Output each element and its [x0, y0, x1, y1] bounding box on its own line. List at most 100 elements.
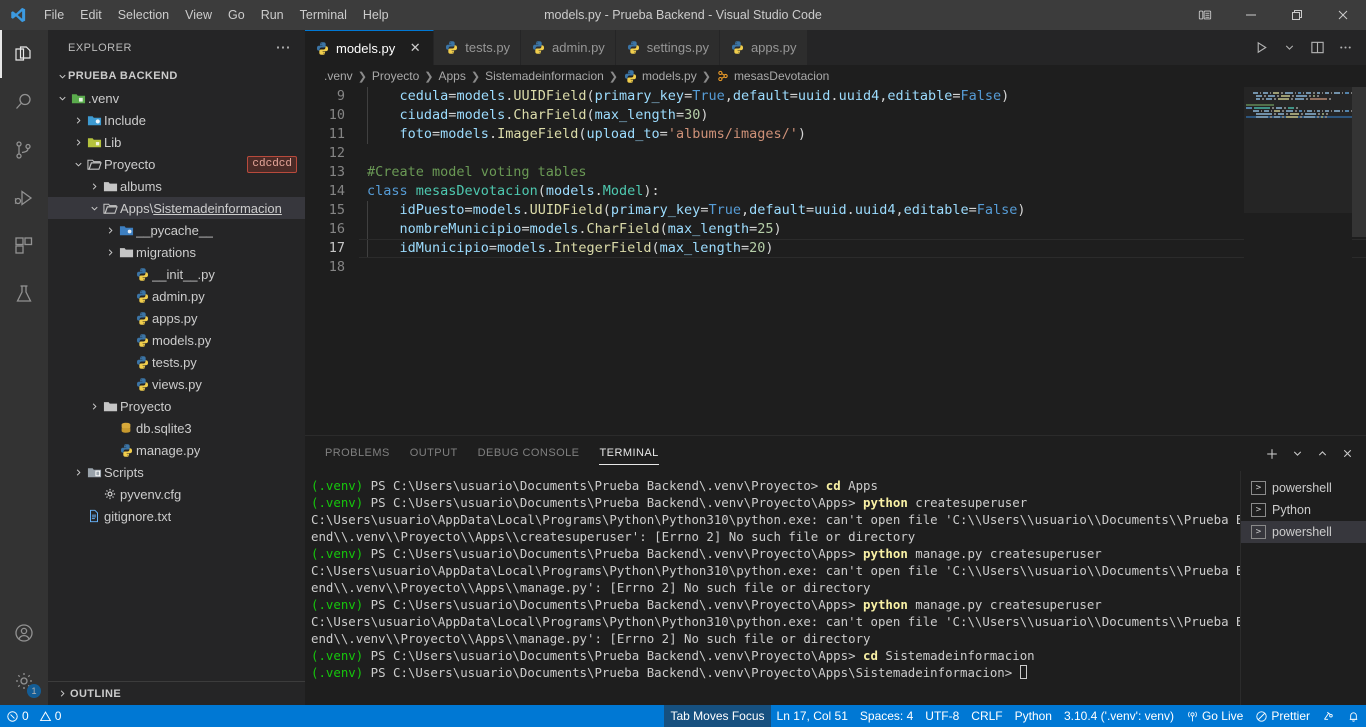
status-notifications[interactable] — [1341, 705, 1366, 727]
ellipsis-icon[interactable]: ⋯ — [270, 40, 298, 55]
status-editor-encoding[interactable]: UTF-8 — [919, 705, 965, 727]
code-line[interactable] — [359, 144, 1366, 163]
activity-manage[interactable]: 1 — [0, 657, 48, 705]
tree-item-lib[interactable]: Lib — [48, 131, 305, 153]
code-line[interactable]: class mesasDevotacion(models.Model): — [359, 182, 1366, 201]
menu-bar[interactable]: File Edit Selection View Go Run Terminal… — [36, 0, 397, 30]
breadcrumb-item-Proyecto[interactable]: Proyecto — [372, 69, 419, 83]
tree-item--init-py[interactable]: __init__.py — [48, 263, 305, 285]
minimap[interactable] — [1244, 87, 1352, 435]
chevron-right-icon[interactable] — [88, 181, 100, 192]
breadcrumb[interactable]: .venv ❯ Proyecto ❯ Apps ❯ Sistemadeinformacion… — [305, 65, 1366, 87]
chevron-right-icon[interactable] — [104, 247, 116, 258]
code-line[interactable]: idPuesto=models.UUIDField(primary_key=Tr… — [359, 201, 1366, 220]
close-icon[interactable] — [1320, 0, 1366, 30]
close-icon[interactable]: ✕ — [407, 40, 423, 56]
breadcrumb-item-mesasDevotacion[interactable]: mesasDevotacion — [716, 69, 829, 83]
code-line[interactable]: cedula=models.UUIDField(primary_key=True… — [359, 87, 1366, 106]
menu-view[interactable]: View — [177, 0, 220, 30]
tree-item-gitignore-txt[interactable]: gitignore.txt — [48, 505, 305, 527]
chevron-right-icon[interactable] — [88, 401, 100, 412]
terminal-instance-list[interactable]: > powershell > Python > powershell — [1240, 471, 1366, 705]
panel-tab-output[interactable]: OUTPUT — [410, 436, 458, 471]
activity-source-control[interactable] — [0, 126, 48, 174]
menu-run[interactable]: Run — [253, 0, 292, 30]
chevron-down-icon[interactable] — [88, 203, 100, 214]
chevron-down-icon[interactable] — [56, 93, 68, 104]
status-problems[interactable]: 0 0 — [0, 705, 67, 727]
code-line[interactable] — [359, 258, 1366, 277]
editor-tab-apps-py[interactable]: apps.py — [719, 30, 808, 65]
panel-tab-debug-console[interactable]: DEBUG CONSOLE — [478, 436, 580, 471]
ellipsis-icon[interactable] — [1332, 33, 1358, 63]
terminal-list-item-2[interactable]: > powershell — [1241, 521, 1366, 543]
breadcrumb-item-Sistemadeinformacion[interactable]: Sistemadeinformacion — [485, 69, 604, 83]
chevron-right-icon[interactable] — [72, 115, 84, 126]
menu-file[interactable]: File — [36, 0, 72, 30]
activity-explorer[interactable] — [0, 30, 48, 78]
activity-search[interactable] — [0, 78, 48, 126]
editor-scrollbar[interactable] — [1352, 87, 1366, 435]
editor-tab-settings-py[interactable]: settings.py — [615, 30, 720, 65]
code-editor[interactable]: 9 10 11 12 13 14 15 16 17 18 cedula=models.UUIDFi… — [305, 87, 1366, 435]
chevron-down-icon[interactable] — [72, 159, 84, 170]
play-icon[interactable] — [1248, 33, 1274, 63]
status-python-interpreter[interactable]: 3.10.4 ('.venv': venv) — [1058, 705, 1180, 727]
activity-accounts[interactable] — [0, 609, 48, 657]
status-remote-host[interactable] — [1316, 705, 1341, 727]
tree-item-manage-py[interactable]: manage.py — [48, 439, 305, 461]
outline-section[interactable]: OUTLINE — [48, 681, 305, 705]
tree-item-db-sqlite3[interactable]: db.sqlite3 — [48, 417, 305, 439]
tree-item-scripts[interactable]: Scripts — [48, 461, 305, 483]
code-line[interactable]: #Create model voting tables — [359, 163, 1366, 182]
terminal-output[interactable]: (.venv) PS C:\Users\usuario\Documents\Pr… — [305, 471, 1240, 705]
tree-item-include[interactable]: Include — [48, 109, 305, 131]
chevron-right-icon[interactable] — [72, 137, 84, 148]
breadcrumb-item--venv[interactable]: .venv — [324, 69, 353, 83]
editor-tabs[interactable]: models.py ✕ tests.py admin.py settings.py app… — [305, 30, 808, 65]
menu-edit[interactable]: Edit — [72, 0, 110, 30]
tree-item-apps-sistemadeinformacion[interactable]: Apps\Sistemadeinformacion — [48, 197, 305, 219]
status-tab-moves-focus[interactable]: Tab Moves Focus — [664, 705, 771, 727]
editor-tab-tests-py[interactable]: tests.py — [434, 30, 522, 65]
status-editor-eol[interactable]: CRLF — [965, 705, 1008, 727]
breadcrumb-item-models-py[interactable]: models.py — [623, 69, 697, 84]
menu-help[interactable]: Help — [355, 0, 397, 30]
terminal-list-item-0[interactable]: > powershell — [1241, 477, 1366, 499]
tree-item-migrations[interactable]: migrations — [48, 241, 305, 263]
tree-item-admin-py[interactable]: admin.py — [48, 285, 305, 307]
code-line[interactable]: nombreMunicipio=models.CharField(max_len… — [359, 220, 1366, 239]
scrollbar-thumb[interactable] — [1352, 87, 1366, 237]
tree-root-prueba-backend[interactable]: PRUEBA BACKEND — [48, 65, 305, 87]
split-editor-icon[interactable] — [1304, 33, 1330, 63]
chevron-down-icon[interactable] — [1286, 443, 1308, 465]
status-prettier[interactable]: Prettier — [1249, 705, 1316, 727]
status-editor-position[interactable]: Ln 17, Col 51 — [771, 705, 854, 727]
status-editor-language[interactable]: Python — [1009, 705, 1058, 727]
code-line[interactable]: ciudad=models.CharField(max_length=30) — [359, 106, 1366, 125]
code-content[interactable]: cedula=models.UUIDField(primary_key=True… — [359, 87, 1366, 435]
status-editor-indentation[interactable]: Spaces: 4 — [854, 705, 919, 727]
terminal-list-item-1[interactable]: > Python — [1241, 499, 1366, 521]
menu-terminal[interactable]: Terminal — [292, 0, 355, 30]
activity-testing[interactable] — [0, 270, 48, 318]
chevron-down-icon[interactable] — [1276, 33, 1302, 63]
menu-selection[interactable]: Selection — [110, 0, 177, 30]
chevron-up-icon[interactable] — [1311, 443, 1333, 465]
code-line[interactable]: idMunicipio=models.IntegerField(max_leng… — [359, 239, 1366, 258]
tree-item-views-py[interactable]: views.py — [48, 373, 305, 395]
explorer-tree[interactable]: PRUEBA BACKEND .venv Include Lib Proyecto al… — [48, 65, 305, 681]
tree-item--pycache-[interactable]: __pycache__ — [48, 219, 305, 241]
tree-item--venv[interactable]: .venv — [48, 87, 305, 109]
tree-item-tests-py[interactable]: tests.py — [48, 351, 305, 373]
restore-icon[interactable] — [1274, 0, 1320, 30]
status-go-live[interactable]: Go Live — [1180, 705, 1249, 727]
panel-tab-terminal[interactable]: TERMINAL — [599, 436, 659, 471]
tree-item-apps-py[interactable]: apps.py — [48, 307, 305, 329]
breadcrumb-item-Apps[interactable]: Apps — [438, 69, 465, 83]
activity-run-debug[interactable] — [0, 174, 48, 222]
minimap-slider[interactable] — [1244, 87, 1352, 213]
panel-tab-problems[interactable]: PROBLEMS — [325, 436, 390, 471]
close-icon[interactable] — [1336, 443, 1358, 465]
minimize-icon[interactable] — [1228, 0, 1274, 30]
